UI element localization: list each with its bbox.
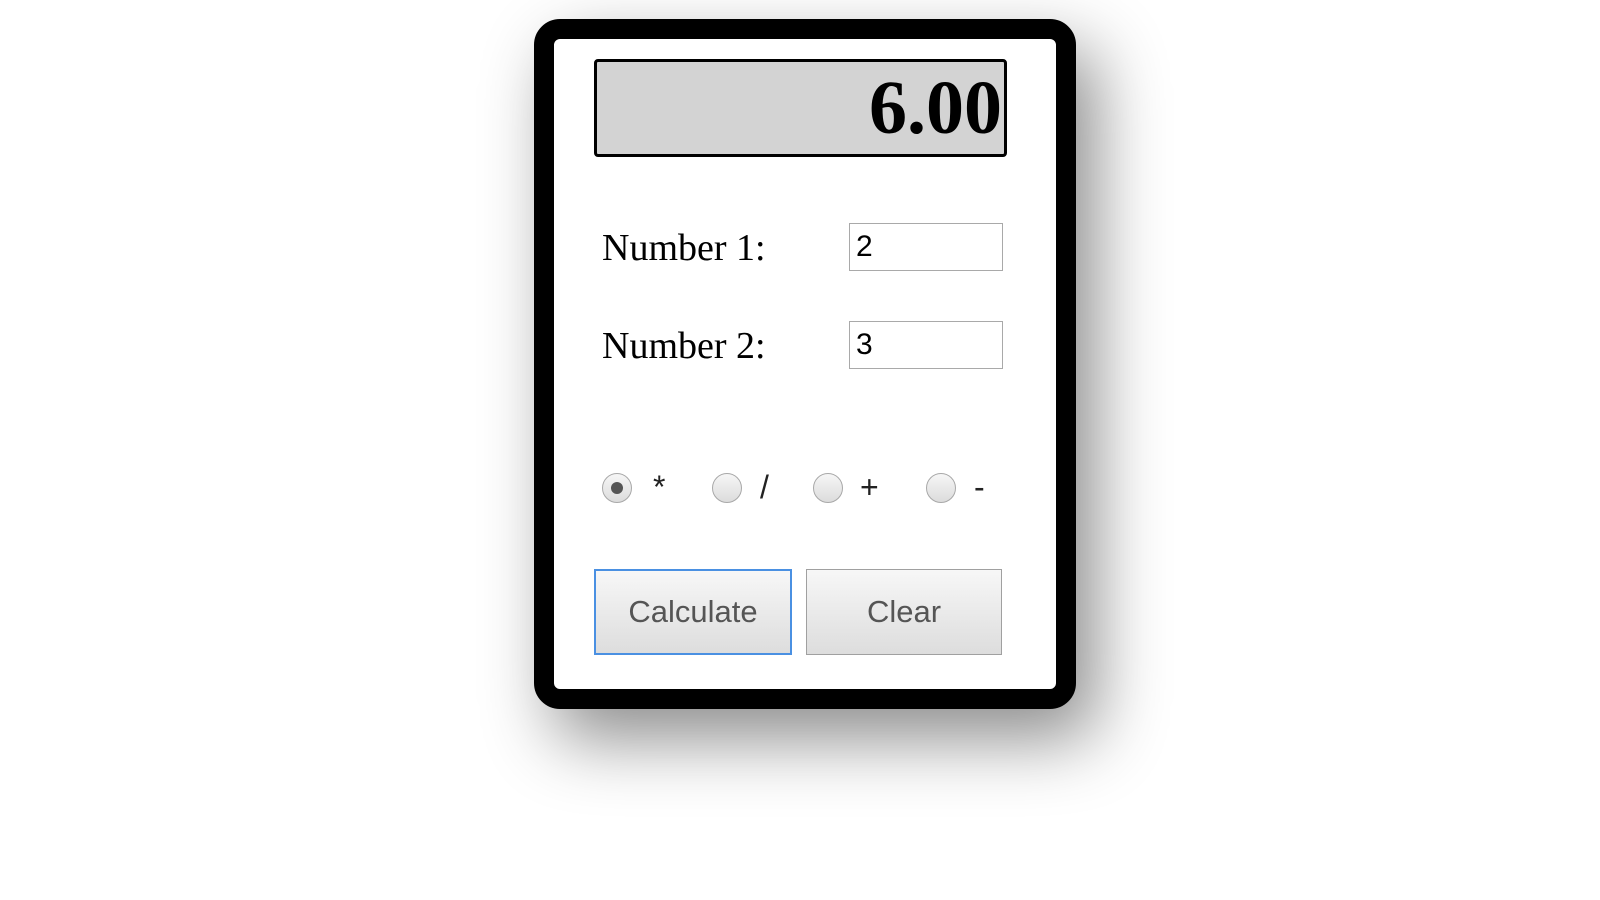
add-radio[interactable] [813,473,843,503]
calculate-button[interactable]: Calculate [594,569,792,655]
add-label: + [860,469,879,505]
divide-radio[interactable] [712,473,742,503]
number1-input[interactable] [849,223,1003,271]
number2-input[interactable] [849,321,1003,369]
clear-button[interactable]: Clear [806,569,1002,655]
subtract-radio[interactable] [926,473,956,503]
subtract-label: - [974,469,985,505]
multiply-label: * [653,469,666,505]
divide-label: / [760,469,769,505]
result-display: 6.00 [594,59,1007,157]
calculator-panel: 6.00 Number 1: Number 2: * / + - Calcula… [534,19,1076,709]
number1-label: Number 1: [602,227,766,269]
multiply-radio[interactable] [602,473,632,503]
number2-label: Number 2: [602,325,766,367]
